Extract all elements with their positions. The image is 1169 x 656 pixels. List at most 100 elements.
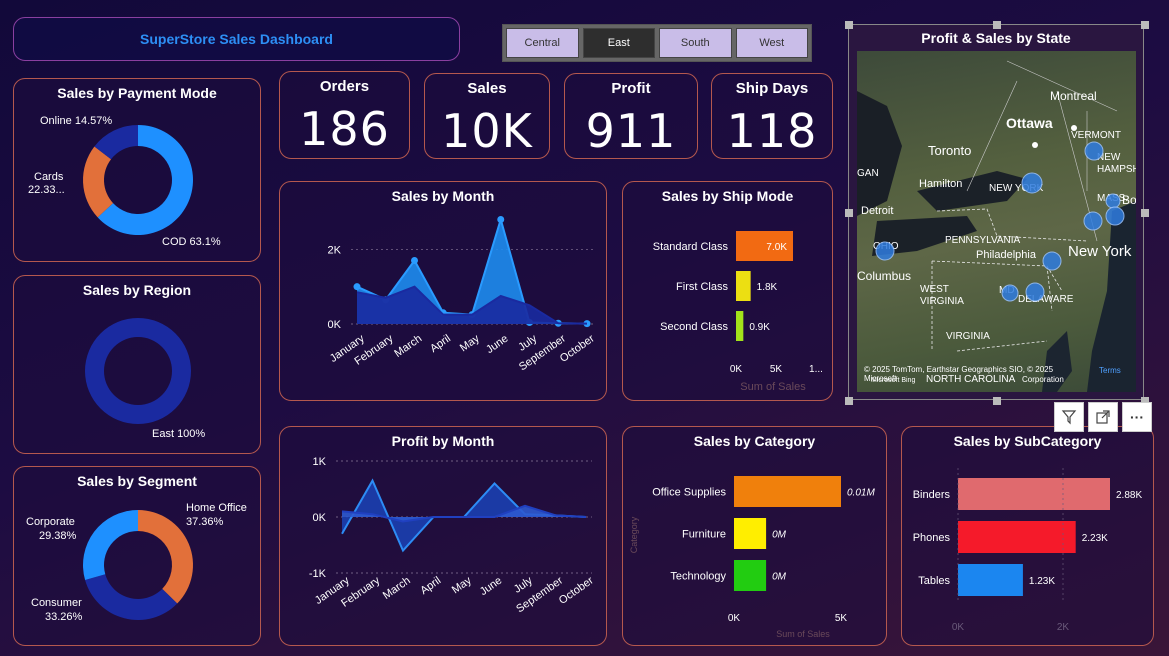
- x-tick-label: 5K: [835, 613, 848, 624]
- kpi-orders: Orders 186: [279, 71, 410, 159]
- slicer-east[interactable]: East: [582, 28, 655, 58]
- payment-cod-label: COD 63.1%: [162, 236, 221, 248]
- bar-value-label: 2.88K: [1116, 490, 1142, 501]
- x-tick-label: June: [484, 333, 510, 357]
- bar-office-supplies: [734, 476, 841, 507]
- kpi-ship-days: Ship Days 118: [711, 73, 833, 159]
- map-visual[interactable]: Profit & Sales by State Montreal Ottawa …: [845, 21, 1149, 405]
- point-marker: [411, 257, 418, 265]
- bubble-ohio[interactable]: [875, 241, 895, 261]
- slicer-south[interactable]: South: [659, 28, 732, 58]
- y-tick-label: 1K: [313, 456, 327, 468]
- bar-first-class: [736, 271, 751, 301]
- x-axis-title: Sum of Sales: [776, 629, 830, 639]
- bubble-mass[interactable]: [1105, 193, 1121, 209]
- resize-handle-b[interactable]: [993, 397, 1001, 405]
- profit-month-card: Profit by Month 1K 0K -1K January February Ma…: [279, 426, 607, 646]
- subcategory-chart: Binders 2.88K Phones 2.23K Tables 1.23K 0K 2K: [913, 468, 1142, 633]
- resize-handle-t[interactable]: [993, 21, 1001, 29]
- donut-slice-corporate: [83, 510, 138, 580]
- bar-furniture: [734, 518, 767, 549]
- bar-value-label: 2.23K: [1082, 533, 1108, 544]
- filter-icon[interactable]: [1054, 402, 1084, 432]
- ship-mode-card: Sales by Ship Mode Standard Class 7.0K Fir…: [622, 181, 833, 401]
- focus-mode-icon[interactable]: [1088, 402, 1118, 432]
- kpi-profit: Profit 911: [564, 73, 698, 159]
- map-bing-logo: Microsoft Bing: [871, 377, 916, 384]
- segment-consumer-label-2: 33.26%: [45, 611, 83, 623]
- category-chart: Office Supplies 0.01M Furniture 0M Technolog…: [629, 476, 875, 639]
- bubble-maryland[interactable]: [1001, 284, 1019, 302]
- resize-handle-tr[interactable]: [1141, 21, 1149, 29]
- bar-phones: [958, 521, 1076, 553]
- kpi-orders-label: Orders: [319, 78, 370, 95]
- dot-montreal: [1071, 125, 1077, 131]
- payment-mode-card: Sales by Payment Mode Online 14.57% Card…: [13, 78, 261, 262]
- bar-technology: [734, 560, 767, 591]
- map-copyright-2: Corporation: [1022, 375, 1064, 384]
- bubble-new-york-state[interactable]: [1021, 172, 1043, 194]
- region-east-label: East 100%: [152, 428, 206, 440]
- bubble-connecticut[interactable]: [1083, 211, 1103, 231]
- payment-online-label: Online 14.57%: [40, 115, 113, 127]
- x-tick-label: May: [458, 332, 482, 354]
- x-tick-label: 1...: [809, 364, 823, 375]
- x-axis-title: Sum of Sales: [740, 381, 806, 393]
- bar-category-label: First Class: [676, 281, 728, 293]
- bar-tables: [958, 564, 1023, 596]
- bar-category-label: Tables: [918, 575, 950, 587]
- map-terms-link[interactable]: Terms: [1099, 365, 1121, 377]
- segment-corporate-label-2: 29.38%: [39, 530, 77, 542]
- resize-handle-bl[interactable]: [845, 397, 853, 405]
- y-tick-label: 0K: [328, 319, 342, 331]
- region-donut: [85, 318, 191, 424]
- x-tick-label: 0K: [730, 364, 743, 375]
- subcategory-card: Sales by SubCategory Binders 2.88K Phones 2…: [901, 426, 1154, 646]
- kpi-ship-days-label: Ship Days: [735, 80, 809, 97]
- kpi-orders-value: 186: [299, 102, 390, 156]
- dot-ottawa: [1032, 142, 1038, 148]
- point-marker: [497, 215, 505, 223]
- map-bubbles: [875, 125, 1125, 302]
- more-options-icon[interactable]: ···: [1122, 402, 1152, 432]
- bar-value-label: 0.01M: [847, 488, 875, 499]
- category-card: Sales by Category Office Supplies 0.01M Fu…: [622, 426, 887, 646]
- donut-slice-consumer: [85, 574, 178, 620]
- x-tick-label: 2K: [1057, 622, 1070, 633]
- donut-slice-home-office: [138, 510, 193, 604]
- bar-value-label: 0M: [772, 572, 787, 583]
- map-canvas[interactable]: Montreal Ottawa VERMONT NEW HAMPSHIRE To…: [857, 51, 1136, 392]
- bar-category-label: Phones: [913, 532, 951, 544]
- x-tick-label: October: [557, 574, 596, 606]
- bubble-new-hampshire[interactable]: [1084, 141, 1104, 161]
- bar-category-label: Office Supplies: [652, 487, 726, 499]
- y-tick-label: 0K: [313, 512, 327, 524]
- bubble-new-jersey[interactable]: [1042, 251, 1062, 271]
- region-card: Sales by Region East 100%: [13, 275, 261, 454]
- x-tick-label: April: [428, 333, 453, 355]
- x-tick-label: April: [418, 575, 443, 597]
- bubble-delaware[interactable]: [1025, 282, 1045, 302]
- bar-value-label: 0M: [772, 530, 787, 541]
- kpi-ship-days-value: 118: [726, 104, 818, 158]
- dashboard-title-box: SuperStore Sales Dashboard: [13, 17, 460, 61]
- payment-cards-label-1: Cards: [34, 171, 64, 183]
- x-tick-label: 0K: [952, 622, 965, 633]
- resize-handle-l[interactable]: [845, 209, 853, 217]
- slicer-central[interactable]: Central: [506, 28, 579, 58]
- resize-handle-tl[interactable]: [845, 21, 853, 29]
- x-tick-label: May: [450, 574, 474, 596]
- dashboard-title: SuperStore Sales Dashboard: [140, 31, 333, 47]
- ship-mode-chart: Standard Class 7.0K First Class 1.8K Second …: [653, 231, 823, 393]
- bar-value-label: 1.8K: [757, 282, 778, 293]
- segment-home-label-2: 37.36%: [186, 516, 224, 528]
- resize-handle-r[interactable]: [1141, 209, 1149, 217]
- bubble-rhode-island[interactable]: [1105, 206, 1125, 226]
- bar-category-label: Technology: [670, 571, 726, 583]
- bar-binders: [958, 478, 1110, 510]
- slicer-west[interactable]: West: [735, 28, 808, 58]
- kpi-profit-label: Profit: [611, 80, 651, 97]
- kpi-sales-value: 10K: [441, 104, 533, 158]
- bar-value-label: 0.9K: [749, 322, 770, 333]
- y-tick-label: 2K: [328, 244, 342, 256]
